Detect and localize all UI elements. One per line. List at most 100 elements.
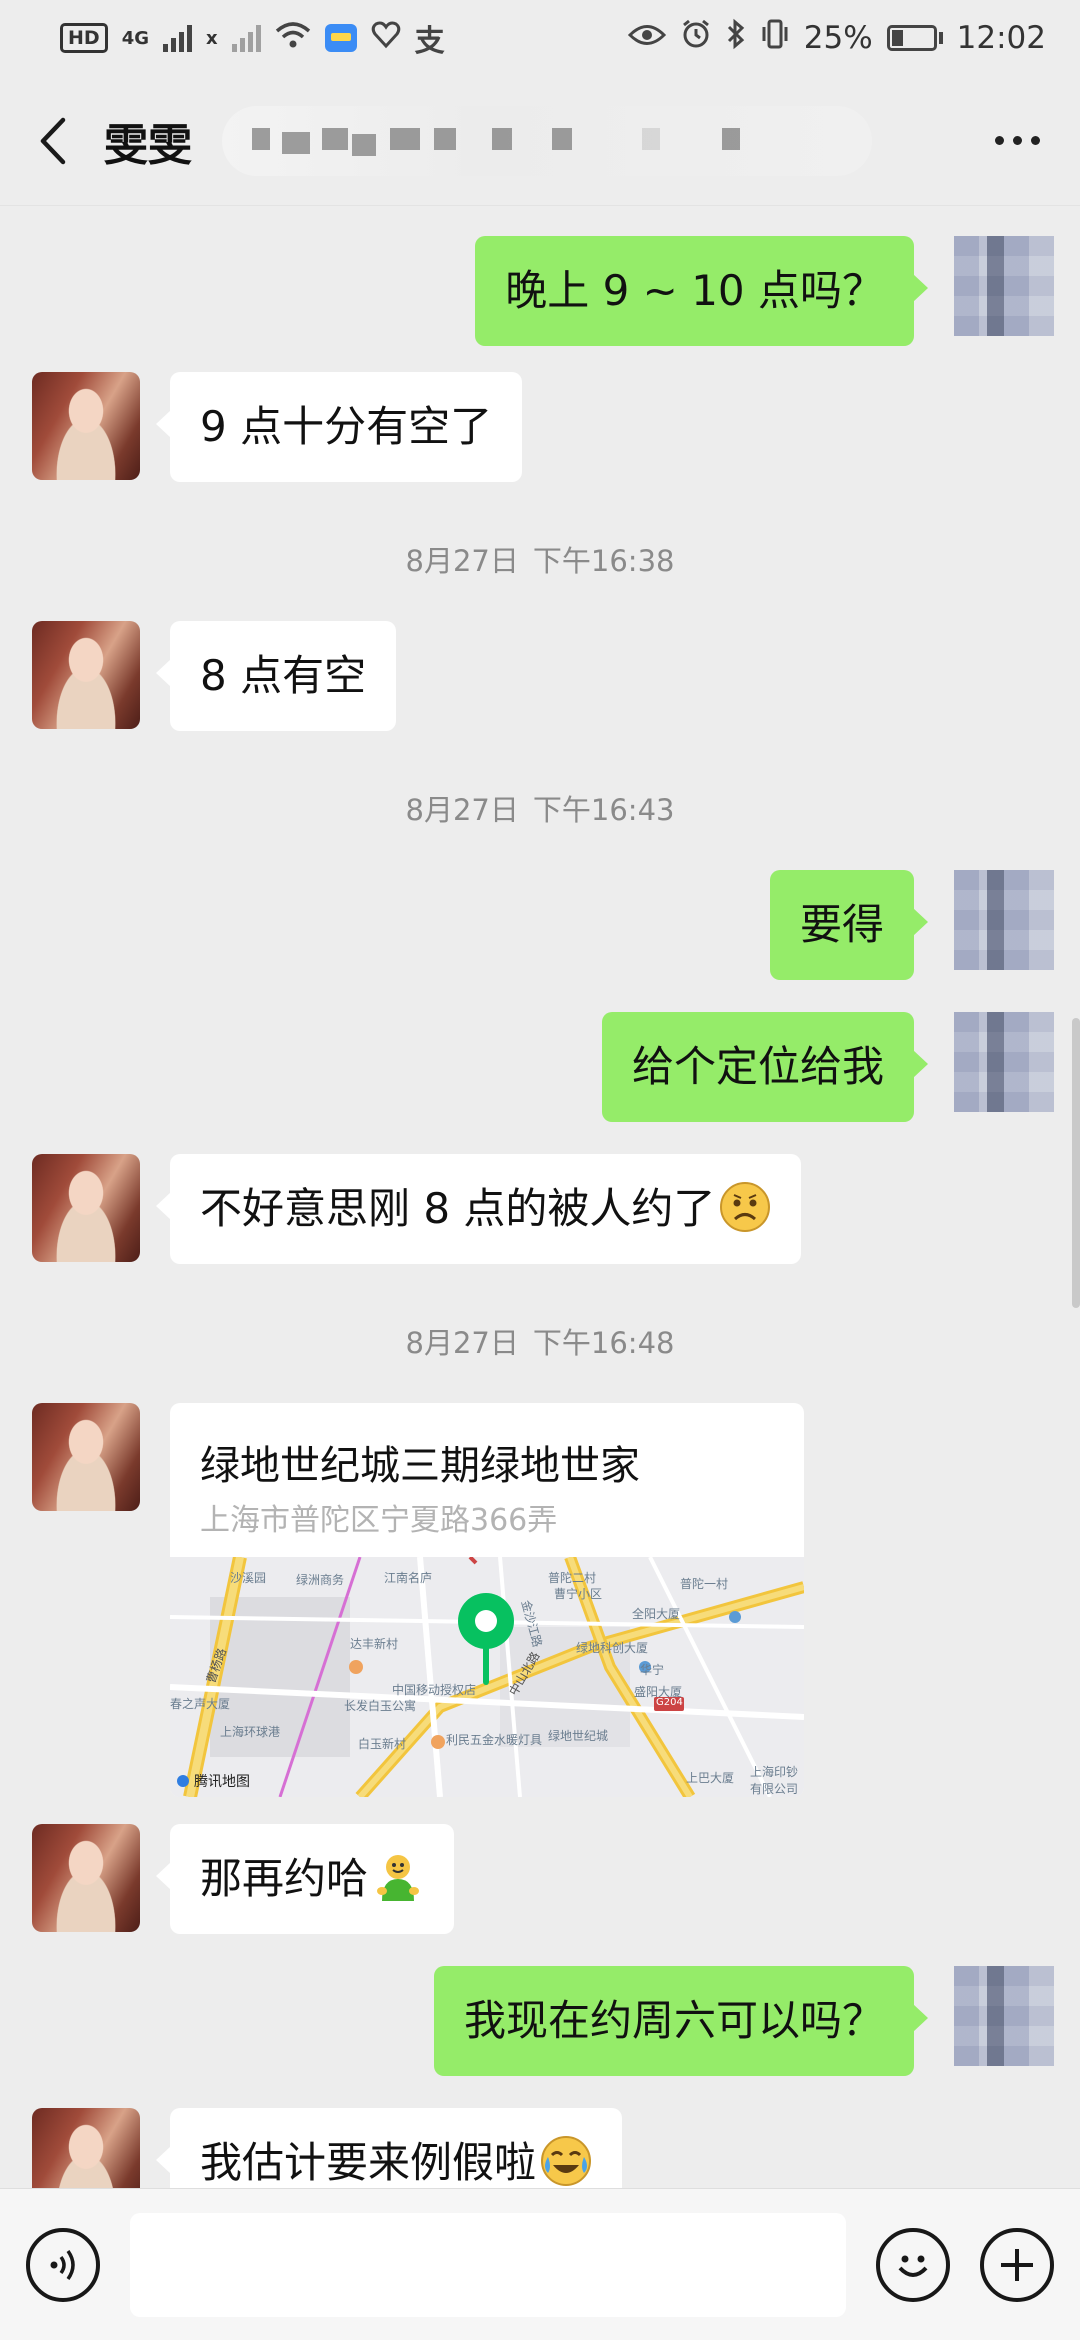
map-label: 春之声大厦	[170, 1697, 231, 1711]
timestamp-date: 8月27日	[405, 1326, 519, 1360]
voice-input-button[interactable]	[26, 2227, 100, 2302]
message-row-left: 我估计要来例假啦	[32, 2108, 623, 2188]
green-man-emoji-icon	[377, 1855, 420, 1901]
message-bubble[interactable]: 8 点有空	[155, 621, 397, 731]
status-right: 25% 12:02	[627, 18, 1046, 58]
map-label: 绿地科创大厦	[576, 1641, 649, 1655]
message-input[interactable]	[130, 2212, 846, 2317]
more-functions-button[interactable]	[980, 2227, 1054, 2302]
message-bubble[interactable]: 不好意思刚 8 点的被人约了	[155, 1154, 802, 1264]
map-label: 中国移动授权店	[392, 1683, 477, 1697]
plus-icon	[1001, 2248, 1033, 2281]
map-road-badge: G204	[656, 1697, 683, 1708]
timestamp: 8月27日 下午16:43	[0, 787, 1080, 829]
timestamp-time: 下午16:48	[532, 1326, 675, 1360]
clock-time: 12:02	[956, 20, 1046, 56]
status-bar: HD 4G x 支 25% 12:02	[0, 0, 1080, 76]
no-sim-mark: x	[206, 27, 218, 49]
message-row-right: 要得	[769, 870, 1054, 980]
back-arrow-icon[interactable]	[28, 111, 78, 171]
map-label: 华宁	[640, 1663, 665, 1677]
map-label: 江南名庐	[384, 1571, 433, 1585]
hd-badge: HD	[60, 23, 108, 53]
map-label: 上海印钞有限公司	[750, 1765, 799, 1796]
map-label: 利民五金水暖灯具	[446, 1733, 543, 1747]
more-options-icon[interactable]	[983, 136, 1052, 145]
status-left: HD 4G x 支	[60, 16, 445, 60]
message-text: 那再约哈	[200, 1854, 369, 1903]
map-roads	[170, 1557, 804, 1797]
contact-avatar[interactable]	[32, 621, 140, 729]
heart-outline-icon	[371, 21, 401, 56]
my-avatar[interactable]	[954, 870, 1054, 970]
message-bubble[interactable]: 给个定位给我	[601, 1012, 929, 1122]
message-row-right: 我现在约周六可以吗？	[433, 1966, 1054, 2076]
message-row-left: 绿地世纪城三期绿地世家 上海市普陀区宁夏路366弄 沙溪园 绿洲商务 江南名庐 …	[32, 1403, 804, 1797]
my-avatar[interactable]	[954, 1012, 1054, 1112]
contact-avatar[interactable]	[32, 1403, 140, 1511]
contact-avatar[interactable]	[32, 1824, 140, 1932]
message-bubble[interactable]: 我估计要来例假啦	[155, 2108, 623, 2188]
alarm-icon	[680, 18, 712, 58]
message-row-right: 晚上 9 ~ 10 点吗？	[475, 236, 1054, 346]
message-bubble[interactable]: 要得	[769, 870, 929, 980]
smiley-icon	[898, 2255, 928, 2277]
signal-2-icon	[231, 24, 261, 52]
timestamp-time: 下午16:43	[532, 793, 675, 827]
emoji-button[interactable]	[876, 2227, 950, 2302]
timestamp: 8月27日 下午16:38	[0, 538, 1080, 580]
map-label: 白玉新村	[358, 1737, 407, 1751]
map-label: 普陀二村	[548, 1571, 597, 1585]
message-row-left: 9 点十分有空了	[32, 372, 523, 482]
location-title: 绿地世纪城三期绿地世家	[200, 1443, 640, 1489]
signal-icon	[163, 24, 192, 52]
timestamp-date: 8月27日	[405, 793, 519, 827]
chat-title: 雯雯	[104, 119, 192, 171]
map-label: 全阳大厦	[632, 1607, 681, 1621]
chat-message-list[interactable]: 晚上 9 ~ 10 点吗？ 9 点十分有空了 8月27日 下午16:38 8 点有…	[0, 206, 1080, 2188]
contact-avatar[interactable]	[32, 372, 140, 480]
map-label: 沙溪园	[230, 1571, 267, 1585]
my-avatar[interactable]	[954, 236, 1054, 336]
voice-icon	[50, 2249, 75, 2280]
message-bubble[interactable]: 那再约哈	[155, 1824, 455, 1934]
message-row-left: 8 点有空	[32, 621, 397, 731]
map-label: 绿地世纪城	[548, 1729, 609, 1743]
message-row-right: 给个定位给我	[601, 1012, 1054, 1122]
battery-percent: 25%	[803, 20, 873, 56]
contact-avatar[interactable]	[32, 2108, 140, 2188]
timestamp-time: 下午16:38	[532, 544, 675, 578]
map-label: 绿洲商务	[296, 1573, 345, 1587]
map-brand: 腾讯地图	[176, 1771, 250, 1791]
location-address: 上海市普陀区宁夏路366弄	[200, 1503, 558, 1538]
map-label: 普陀一村	[680, 1577, 729, 1591]
alipay-icon: 支	[414, 24, 445, 59]
chat-scrollbar[interactable]	[1072, 1018, 1080, 1308]
message-text: 不好意思刚 8 点的被人约了	[200, 1184, 716, 1233]
location-map[interactable]: 沙溪园 绿洲商务 江南名庐 普陀二村 普陀一村 曹宁小区 全阳大厦 金沙江路 达…	[170, 1557, 804, 1797]
timestamp: 8月27日 下午16:48	[0, 1320, 1080, 1362]
location-card[interactable]: 绿地世纪城三期绿地世家 上海市普陀区宁夏路366弄 沙溪园 绿洲商务 江南名庐 …	[170, 1403, 804, 1797]
eye-icon	[627, 20, 666, 56]
message-bubble[interactable]: 晚上 9 ~ 10 点吗？	[475, 236, 928, 346]
map-label: 上巴大厦	[686, 1771, 735, 1785]
map-label: 达丰新村	[350, 1637, 399, 1651]
bluetooth-icon	[726, 18, 746, 58]
vibrate-icon	[760, 18, 790, 58]
frown-emoji-icon	[720, 1182, 771, 1232]
message-app-icon	[324, 24, 357, 52]
contact-avatar[interactable]	[32, 1154, 140, 1262]
my-avatar[interactable]	[954, 1966, 1054, 2066]
message-bubble[interactable]: 我现在约周六可以吗？	[433, 1966, 929, 2076]
wifi-icon	[275, 21, 311, 56]
message-bubble[interactable]: 9 点十分有空了	[155, 372, 523, 482]
message-text: 我估计要来例假啦	[200, 2138, 537, 2187]
message-row-left: 那再约哈	[32, 1824, 455, 1934]
input-bar	[0, 2188, 1080, 2340]
message-row-left: 不好意思刚 8 点的被人约了	[32, 1154, 802, 1264]
map-label: 长发白玉公寓	[344, 1699, 417, 1713]
map-label: 曹宁小区	[554, 1587, 603, 1601]
map-label: 上海环球港	[220, 1725, 281, 1739]
blurred-subtitle	[222, 105, 872, 176]
timestamp-date: 8月27日	[405, 544, 519, 578]
